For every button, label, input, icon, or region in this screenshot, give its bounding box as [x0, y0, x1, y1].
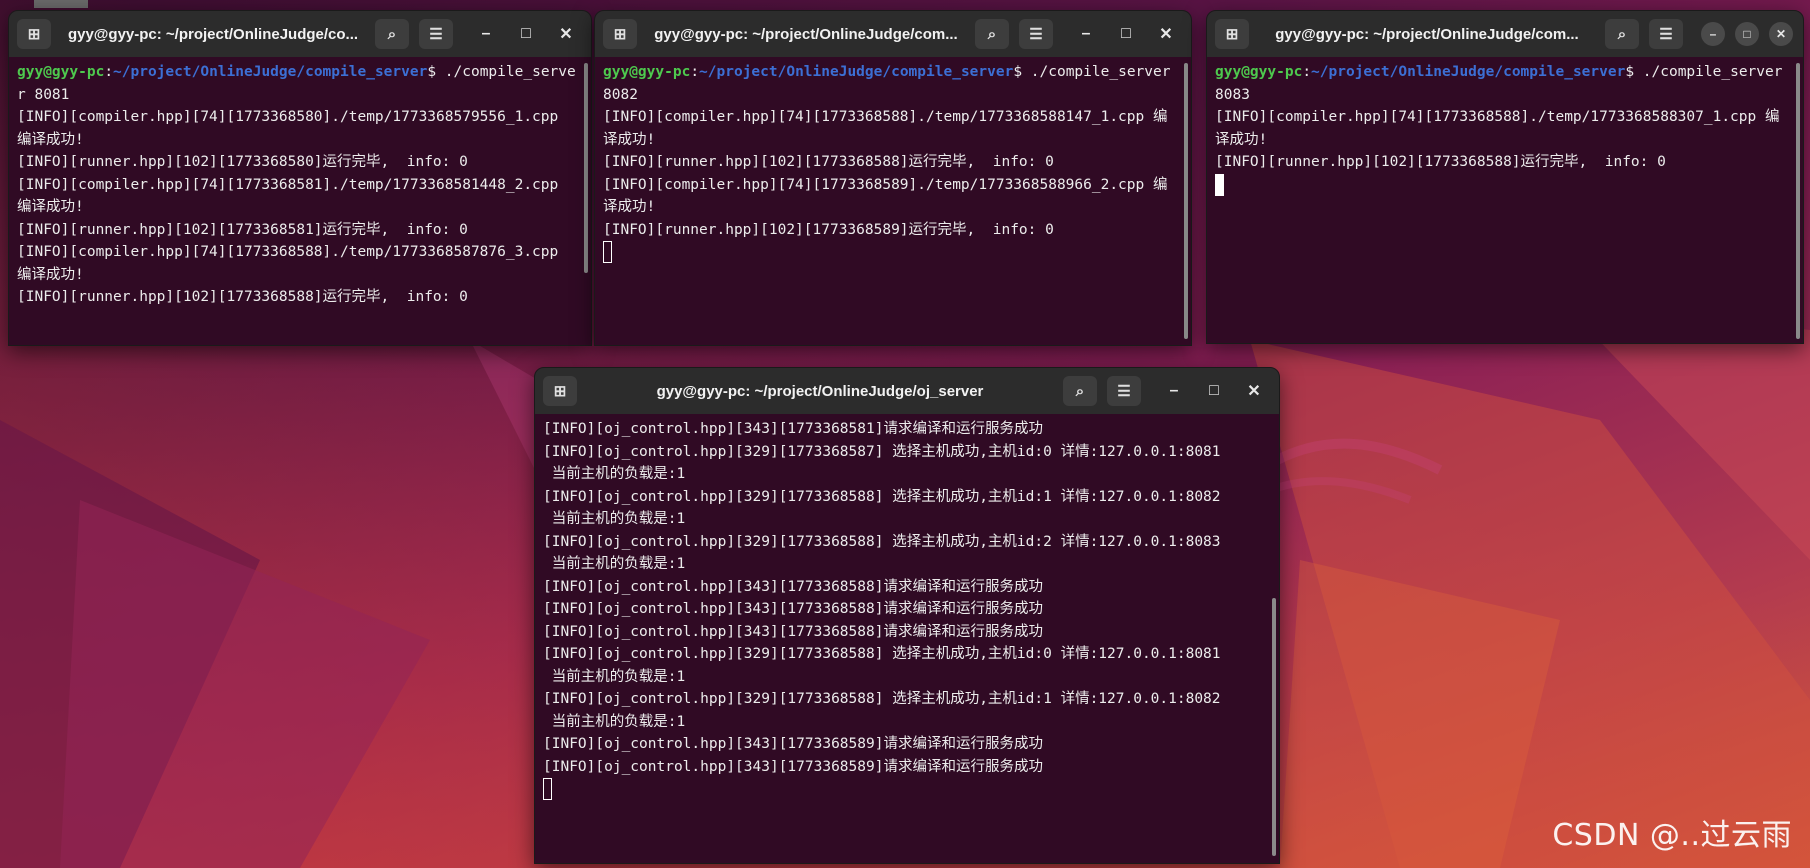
text-cursor: [1215, 173, 1224, 196]
close-icon[interactable]: ✕: [1769, 22, 1793, 46]
prompt-user-host: gyy@gyy-pc: [603, 64, 691, 80]
log-line: 当前主机的负载是:1: [543, 466, 686, 482]
maximize-icon[interactable]: □: [1199, 376, 1229, 406]
log-line: [INFO][runner.hpp][102][1773368580]运行完毕,…: [17, 154, 468, 170]
log-line: [INFO][runner.hpp][102][1773368588]运行完毕,…: [17, 289, 468, 305]
cursor-line: [1215, 173, 1791, 197]
log-line: 当前主机的负载是:1: [543, 713, 686, 730]
search-icon[interactable]: ⌕: [975, 19, 1009, 49]
search-icon[interactable]: ⌕: [1063, 376, 1097, 406]
log-line: [INFO][oj_control.hpp][343][1773368588]请…: [543, 623, 1043, 640]
log-line: 当前主机的负载是:1: [543, 511, 686, 527]
new-tab-icon[interactable]: ⊞: [1215, 19, 1249, 49]
text-cursor: [603, 241, 612, 263]
maximize-icon[interactable]: □: [1735, 22, 1759, 46]
search-icon[interactable]: ⌕: [1605, 19, 1639, 49]
log-line: [INFO][compiler.hpp][74][1773368588]./te…: [1215, 109, 1780, 148]
minimize-icon[interactable]: –: [471, 19, 501, 49]
maximize-icon[interactable]: □: [1111, 19, 1141, 49]
log-line: [INFO][runner.hpp][102][1773368589]运行完毕,…: [603, 221, 1054, 238]
log-line: [INFO][oj_control.hpp][343][1773368588]请…: [543, 601, 1043, 617]
maximize-icon[interactable]: □: [511, 19, 541, 49]
titlebar[interactable]: ⊞ gyy@gyy-pc: ~/project/OnlineJudge/co..…: [9, 11, 591, 57]
log-line: [INFO][runner.hpp][102][1773368581]运行完毕,…: [17, 221, 468, 238]
prompt-user-host: gyy@gyy-pc: [1215, 64, 1303, 80]
new-tab-icon[interactable]: ⊞: [17, 19, 51, 49]
terminal-output[interactable]: gyy@gyy-pc:~/project/OnlineJudge/compile…: [1207, 57, 1803, 343]
log-line: [INFO][oj_control.hpp][343][1773368588]请…: [543, 578, 1043, 595]
titlebar[interactable]: ⊞ gyy@gyy-pc: ~/project/OnlineJudge/oj_s…: [535, 368, 1279, 414]
new-tab-icon[interactable]: ⊞: [543, 376, 577, 406]
minimize-icon[interactable]: –: [1071, 19, 1101, 49]
terminal-output[interactable]: gyy@gyy-pc:~/project/OnlineJudge/compile…: [9, 57, 591, 345]
window-title: gyy@gyy-pc: ~/project/OnlineJudge/oj_ser…: [656, 382, 984, 400]
prompt-line: gyy@gyy-pc:~/project/OnlineJudge/compile…: [1215, 64, 1792, 103]
menu-icon[interactable]: ☰: [419, 19, 453, 49]
log-line: [INFO][runner.hpp][102][1773368588]运行完毕,…: [603, 154, 1054, 170]
menu-icon[interactable]: ☰: [1649, 19, 1683, 49]
log-line: [INFO][compiler.hpp][74][1773368588]./te…: [603, 109, 1168, 148]
watermark: CSDN @..过云雨: [1552, 818, 1792, 853]
prompt-path: ~/project/OnlineJudge/compile_server: [699, 64, 1014, 80]
log-line: [INFO][oj_control.hpp][329][1773368588] …: [543, 533, 1221, 550]
window-title: gyy@gyy-pc: ~/project/OnlineJudge/com...: [654, 25, 958, 43]
new-tab-icon[interactable]: ⊞: [603, 19, 637, 49]
close-icon[interactable]: ✕: [551, 19, 581, 49]
log-line: [INFO][runner.hpp][102][1773368588]运行完毕,…: [1215, 154, 1666, 170]
window-title: gyy@gyy-pc: ~/project/OnlineJudge/com...: [1275, 25, 1579, 43]
titlebar[interactable]: ⊞ gyy@gyy-pc: ~/project/OnlineJudge/com.…: [595, 11, 1191, 57]
minimize-icon[interactable]: –: [1701, 22, 1725, 46]
prompt-line: gyy@gyy-pc:~/project/OnlineJudge/compile…: [603, 64, 1180, 103]
cursor-line: [543, 778, 1267, 801]
log-line: [INFO][compiler.hpp][74][1773368580]./te…: [17, 109, 567, 148]
log-line: [INFO][oj_control.hpp][343][1773368581]请…: [543, 421, 1043, 437]
text-cursor: [543, 778, 552, 800]
log-line: [INFO][oj_control.hpp][329][1773368588] …: [543, 646, 1221, 662]
log-line: [INFO][compiler.hpp][74][1773368581]./te…: [17, 176, 567, 216]
log-line: [INFO][oj_control.hpp][329][1773368588] …: [543, 691, 1221, 707]
prompt-user-host: gyy@gyy-pc: [17, 64, 105, 80]
scrollbar[interactable]: [1272, 598, 1276, 856]
log-line: 当前主机的负载是:1: [543, 556, 686, 572]
prompt-line: gyy@gyy-pc:~/project/OnlineJudge/compile…: [17, 64, 576, 103]
scrollbar[interactable]: [584, 63, 588, 273]
prompt-path: ~/project/OnlineJudge/compile_server: [1311, 64, 1626, 80]
window-title: gyy@gyy-pc: ~/project/OnlineJudge/co...: [67, 25, 359, 43]
log-line: [INFO][oj_control.hpp][343][1773368589]请…: [543, 758, 1043, 775]
terminal-output[interactable]: gyy@gyy-pc:~/project/OnlineJudge/compile…: [595, 57, 1191, 345]
log-line: [INFO][oj_control.hpp][343][1773368589]请…: [543, 736, 1043, 752]
terminal-window-compile-8083[interactable]: ⊞ gyy@gyy-pc: ~/project/OnlineJudge/com.…: [1206, 10, 1804, 344]
cursor-line: [603, 241, 1179, 264]
search-icon[interactable]: ⌕: [375, 19, 409, 49]
titlebar[interactable]: ⊞ gyy@gyy-pc: ~/project/OnlineJudge/com.…: [1207, 11, 1803, 57]
terminal-window-compile-8081[interactable]: ⊞ gyy@gyy-pc: ~/project/OnlineJudge/co..…: [8, 10, 592, 346]
minimize-icon[interactable]: –: [1159, 376, 1189, 406]
menu-icon[interactable]: ☰: [1019, 19, 1053, 49]
log-line: [INFO][oj_control.hpp][329][1773368588] …: [543, 488, 1221, 505]
scrollbar[interactable]: [1184, 63, 1188, 339]
prompt-path: ~/project/OnlineJudge/compile_server: [113, 64, 428, 80]
terminal-window-oj-server[interactable]: ⊞ gyy@gyy-pc: ~/project/OnlineJudge/oj_s…: [534, 367, 1280, 864]
dock-corner: [34, 0, 88, 8]
close-icon[interactable]: ✕: [1151, 19, 1181, 49]
close-icon[interactable]: ✕: [1239, 376, 1269, 406]
menu-icon[interactable]: ☰: [1107, 376, 1141, 406]
log-line: [INFO][compiler.hpp][74][1773368589]./te…: [603, 176, 1168, 216]
log-line: 当前主机的负载是:1: [543, 668, 686, 685]
terminal-output[interactable]: [INFO][oj_control.hpp][343][1773368581]请…: [535, 414, 1279, 863]
scrollbar[interactable]: [1796, 63, 1800, 339]
log-line: [INFO][oj_control.hpp][329][1773368587] …: [543, 443, 1221, 460]
terminal-window-compile-8082[interactable]: ⊞ gyy@gyy-pc: ~/project/OnlineJudge/com.…: [594, 10, 1192, 346]
log-line: [INFO][compiler.hpp][74][1773368588]./te…: [17, 244, 567, 283]
